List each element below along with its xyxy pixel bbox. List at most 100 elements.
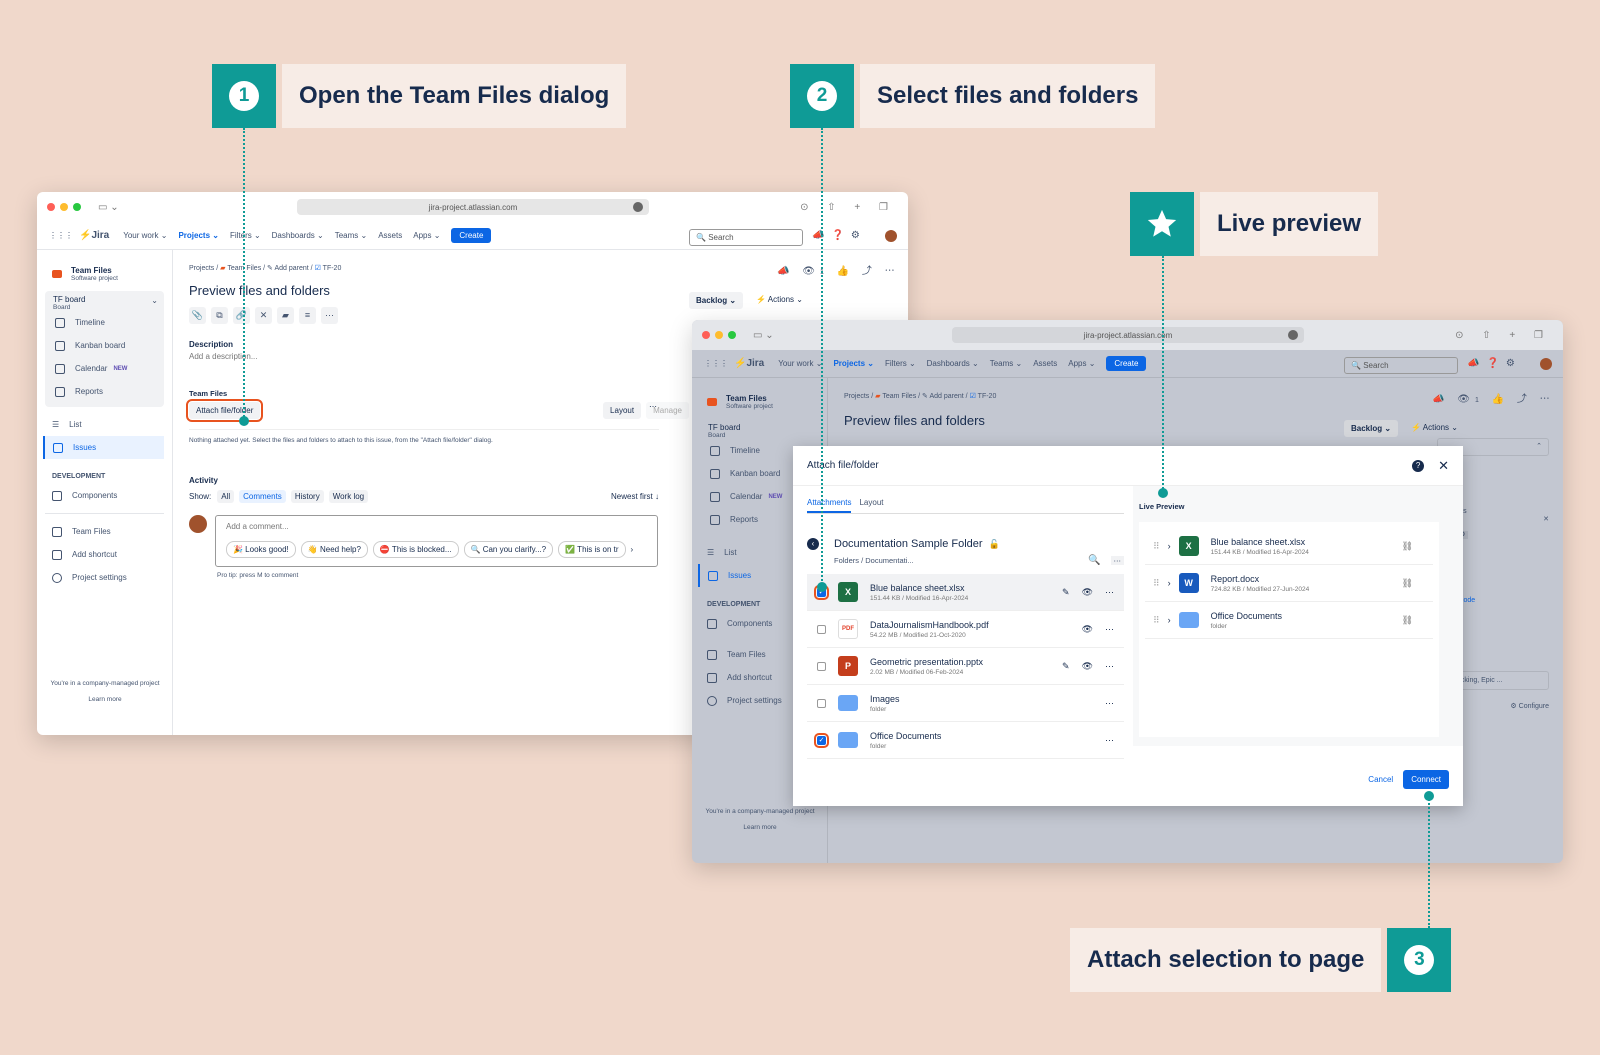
close-traffic-light[interactable]: [47, 203, 55, 211]
drag-handle-icon[interactable]: ⠿: [1153, 578, 1160, 589]
status-dropdown[interactable]: Backlog ⌄: [689, 292, 744, 309]
breadcrumb-issue-key[interactable]: TF-20: [978, 393, 997, 400]
unlink-icon[interactable]: ⛓: [1402, 615, 1413, 626]
preview-row[interactable]: ⠿ › Office Documents folder ⛓: [1145, 602, 1433, 639]
nav-dashboards[interactable]: Dashboards ⌄: [272, 231, 324, 240]
breadcrumb-projects[interactable]: Projects: [844, 393, 869, 400]
activity-tab-worklog[interactable]: Work log: [328, 490, 369, 503]
breadcrumb-add-parent[interactable]: Add parent: [274, 265, 308, 272]
address-bar[interactable]: jira-project.atlassian.com: [297, 199, 649, 215]
sidebar-item-team-files[interactable]: Team Files: [37, 520, 172, 543]
nav-your-work[interactable]: Your work ⌄: [778, 359, 822, 368]
activity-tab-all[interactable]: All: [217, 490, 235, 503]
chevron-right-icon[interactable]: ›: [1168, 541, 1171, 551]
nav-assets[interactable]: Assets: [1033, 359, 1057, 368]
minimize-traffic-light[interactable]: [60, 203, 68, 211]
board-name[interactable]: TF board: [708, 423, 819, 432]
file-row-pptx[interactable]: P Geometric presentation.pptx 2.02 MB / M…: [807, 648, 1124, 685]
search-input[interactable]: 🔍 Search: [1344, 357, 1458, 374]
quick-reply[interactable]: 🔍 Can you clarify...?: [463, 541, 554, 558]
project-header[interactable]: Team Files Software project: [692, 378, 827, 410]
nav-filters[interactable]: Filters ⌄: [885, 359, 916, 368]
close-icon[interactable]: ✕: [1438, 458, 1449, 474]
activity-tab-history[interactable]: History: [290, 490, 324, 503]
file-row-images-folder[interactable]: Images folder ⋯: [807, 685, 1124, 722]
actions-button[interactable]: ⚡ Actions ⌄: [1411, 420, 1458, 437]
edit-icon[interactable]: ✎: [1062, 661, 1070, 672]
breadcrumb-add-parent[interactable]: Add parent: [929, 393, 963, 400]
sidebar-item-kanban[interactable]: Kanban board: [53, 334, 164, 357]
sidebar-item-list[interactable]: ☰ List: [37, 413, 172, 436]
sidebar-item-calendar[interactable]: Calendar NEW: [53, 357, 164, 380]
sidebar-toggle-icon[interactable]: ▭ ⌄: [753, 330, 774, 341]
chevron-right-icon[interactable]: ›: [631, 545, 634, 554]
nav-dashboards[interactable]: Dashboards ⌄: [927, 359, 979, 368]
more-icon[interactable]: ⋯: [321, 307, 338, 324]
database-icon[interactable]: ≡: [299, 307, 316, 324]
cancel-button[interactable]: Cancel: [1368, 775, 1393, 784]
edit-icon[interactable]: ✎: [1062, 587, 1070, 598]
learn-more-link[interactable]: Learn more: [692, 824, 828, 831]
issue-header-icons[interactable]: 📣 👁1 👍 ⤴ ⋯: [777, 262, 900, 277]
create-button[interactable]: Create: [451, 228, 492, 243]
more-icon[interactable]: ⋯: [1110, 556, 1124, 565]
sidebar-item-add-shortcut[interactable]: Add shortcut: [37, 543, 172, 566]
comment-input[interactable]: Add a comment... 🎉 Looks good! 👋 Need hel…: [215, 515, 658, 567]
nav-teams[interactable]: Teams ⌄: [990, 359, 1023, 368]
quick-reply[interactable]: 🎉 Looks good!: [226, 541, 296, 558]
reload-icon[interactable]: [633, 202, 643, 212]
nav-filters[interactable]: Filters ⌄: [230, 231, 261, 240]
quick-reply[interactable]: 👋 Need help?: [300, 541, 368, 558]
connect-button[interactable]: Connect: [1403, 769, 1449, 789]
learn-more-link[interactable]: Learn more: [37, 696, 173, 703]
sidebar-item-timeline[interactable]: Timeline: [53, 311, 164, 334]
more-icon[interactable]: ⋯: [1105, 735, 1114, 746]
eye-icon[interactable]: 👁: [1082, 624, 1093, 635]
board-name[interactable]: TF board: [53, 295, 164, 304]
jira-logo[interactable]: ⚡Jira: [734, 358, 764, 369]
more-icon[interactable]: ⋯: [1105, 698, 1114, 709]
attach-file-folder-button[interactable]: Attach file/folder: [185, 399, 264, 422]
close-icon[interactable]: ✕: [1543, 515, 1549, 523]
chevron-right-icon[interactable]: ›: [1168, 578, 1171, 588]
preview-row[interactable]: ⠿ › X Blue balance sheet.xlsx 151.44 KB / …: [1145, 528, 1433, 565]
file-checkbox[interactable]: [817, 624, 826, 634]
app-switcher-icon[interactable]: ⋮⋮⋮: [704, 359, 728, 368]
quick-reply[interactable]: ⛔ This is blocked...: [372, 541, 459, 558]
avatar[interactable]: [1540, 358, 1552, 370]
layout-button[interactable]: Layout: [603, 402, 642, 419]
issue-header-icons[interactable]: 📣 👁1 👍 ⤴ ⋯: [1432, 390, 1555, 405]
breadcrumb-team-files[interactable]: Team Files: [882, 393, 916, 400]
status-dropdown[interactable]: Backlog ⌄: [1344, 420, 1399, 437]
sidebar-item-reports[interactable]: Reports: [53, 380, 164, 403]
close-traffic-light[interactable]: [702, 331, 710, 339]
minimize-traffic-light[interactable]: [715, 331, 723, 339]
more-icon[interactable]: ⋯: [1105, 661, 1114, 672]
drag-handle-icon[interactable]: ⠿: [1153, 541, 1160, 552]
tab-attachments[interactable]: Attachments: [807, 498, 852, 513]
file-row-pdf[interactable]: PDF DataJournalismHandbook.pdf 54.22 MB /…: [807, 611, 1124, 648]
nav-your-work[interactable]: Your work ⌄: [123, 231, 167, 240]
project-header[interactable]: Team Files Software project: [37, 250, 172, 282]
activity-tab-comments[interactable]: Comments: [239, 490, 286, 503]
unlink-icon[interactable]: ⛓: [1402, 541, 1413, 552]
nav-assets[interactable]: Assets: [378, 231, 402, 240]
file-checkbox[interactable]: ✓: [814, 732, 829, 748]
more-icon[interactable]: ⋯: [649, 402, 657, 411]
attachment-icon[interactable]: 📎: [189, 307, 206, 324]
tab-layout[interactable]: Layout: [859, 498, 883, 513]
sidebar-toggle-icon[interactable]: ▭ ⌄: [98, 202, 119, 213]
team-files-icon[interactable]: ▰: [277, 307, 294, 324]
subtask-icon[interactable]: ⧉: [211, 307, 228, 324]
sidebar-item-issues[interactable]: Issues: [43, 436, 164, 459]
confluence-icon[interactable]: ✕: [255, 307, 272, 324]
more-icon[interactable]: ⋯: [1105, 587, 1114, 598]
nav-teams[interactable]: Teams ⌄: [335, 231, 368, 240]
eye-icon[interactable]: 👁: [1082, 587, 1093, 598]
more-icon[interactable]: ⋯: [1105, 624, 1114, 635]
sidebar-item-project-settings[interactable]: Project settings: [37, 566, 172, 589]
unlink-icon[interactable]: ⛓: [1402, 578, 1413, 589]
back-icon[interactable]: ‹: [807, 538, 819, 550]
address-bar[interactable]: jira-project.atlassian.com: [952, 327, 1304, 343]
file-checkbox[interactable]: [817, 661, 826, 671]
